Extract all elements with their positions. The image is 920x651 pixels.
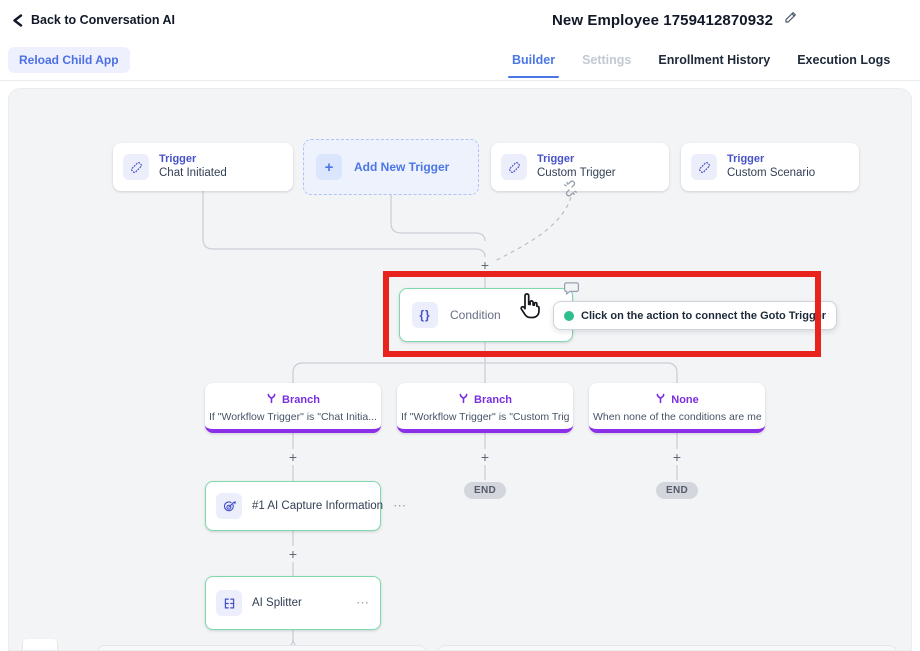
- trigger-icon: [691, 154, 717, 180]
- reload-child-app-button[interactable]: Reload Child App: [8, 47, 130, 73]
- branch-subtitle: If "Workflow Trigger" is "Custom Trig...: [401, 411, 569, 423]
- trigger-icon: [501, 154, 527, 180]
- bottom-card-edge: [97, 645, 427, 651]
- action-label: #1 AI Capture Information: [252, 500, 383, 512]
- trigger-icon: [123, 154, 149, 180]
- branch-title: Branch: [474, 394, 512, 406]
- node-menu-button[interactable]: ⋯: [393, 498, 407, 514]
- branch-icon: [458, 391, 469, 409]
- back-chevron-icon: [12, 14, 23, 27]
- branch-node-none[interactable]: None When none of the conditions are met: [589, 383, 765, 433]
- node-menu-button[interactable]: ⋯: [356, 595, 370, 611]
- add-action-button[interactable]: +: [478, 449, 492, 465]
- branch-title: Branch: [282, 394, 320, 406]
- tabs: Builder Settings Enrollment History Exec…: [512, 40, 890, 80]
- back-to-conversation-ai-link[interactable]: Back to Conversation AI: [12, 0, 175, 40]
- trigger-node-custom-trigger[interactable]: Trigger Custom Trigger: [491, 143, 669, 191]
- edit-title-icon[interactable]: [783, 10, 798, 30]
- trigger-type-label: Trigger: [537, 153, 616, 167]
- add-action-button[interactable]: +: [286, 449, 300, 465]
- trigger-name-label: Chat Initiated: [159, 166, 227, 181]
- workflow-canvas[interactable]: Trigger Chat Initiated + Add New Trigger…: [8, 88, 912, 651]
- action-label: AI Splitter: [252, 597, 346, 609]
- trigger-node-chat-initiated[interactable]: Trigger Chat Initiated: [113, 143, 293, 191]
- trigger-type-label: Trigger: [159, 153, 227, 167]
- page-title: New Employee 1759412870932: [552, 12, 773, 29]
- ai-capture-icon: [216, 493, 242, 519]
- branch-icon: [655, 391, 666, 409]
- add-action-button[interactable]: +: [286, 546, 300, 562]
- branch-node-2[interactable]: Branch If "Workflow Trigger" is "Custom …: [397, 383, 573, 433]
- tab-enrollment-history[interactable]: Enrollment History: [658, 40, 770, 80]
- action-node-ai-capture[interactable]: #1 AI Capture Information ⋯: [205, 481, 381, 531]
- annotation-highlight-box: [383, 271, 821, 357]
- top-header: Back to Conversation AI New Employee 175…: [0, 0, 920, 40]
- add-new-trigger-button[interactable]: + Add New Trigger: [303, 139, 479, 195]
- plus-icon: +: [316, 154, 342, 180]
- trigger-node-custom-scenario[interactable]: Trigger Custom Scenario: [681, 143, 859, 191]
- tab-settings[interactable]: Settings: [582, 40, 631, 80]
- end-badge: END: [464, 482, 506, 499]
- add-new-trigger-label: Add New Trigger: [354, 160, 449, 174]
- branch-subtitle: If "Workflow Trigger" is "Chat Initia...: [209, 411, 377, 423]
- branch-subtitle: When none of the conditions are met: [593, 411, 761, 423]
- tab-builder[interactable]: Builder: [512, 40, 555, 80]
- tab-execution-logs[interactable]: Execution Logs: [797, 40, 890, 80]
- branch-node-1[interactable]: Branch If "Workflow Trigger" is "Chat In…: [205, 383, 381, 433]
- end-badge: END: [656, 482, 698, 499]
- trigger-type-label: Trigger: [727, 153, 815, 167]
- bottom-card-edge: [437, 645, 897, 651]
- canvas-control-button[interactable]: [23, 639, 57, 651]
- ai-splitter-icon: [216, 590, 242, 616]
- add-action-button[interactable]: +: [670, 449, 684, 465]
- broken-link-icon[interactable]: [561, 179, 580, 203]
- branch-title: None: [671, 394, 699, 406]
- back-label: Back to Conversation AI: [31, 13, 175, 27]
- branch-icon: [266, 391, 277, 409]
- trigger-name-label: Custom Scenario: [727, 166, 815, 181]
- tab-bar: Reload Child App Builder Settings Enroll…: [0, 40, 920, 81]
- action-node-ai-splitter[interactable]: AI Splitter ⋯: [205, 576, 381, 630]
